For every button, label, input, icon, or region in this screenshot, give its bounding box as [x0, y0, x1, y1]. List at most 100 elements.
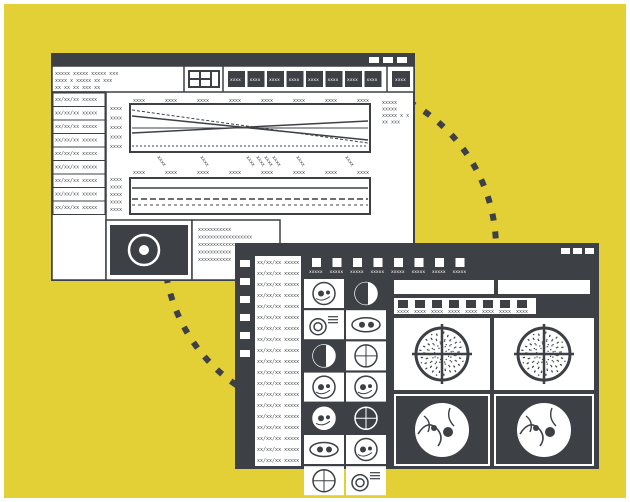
- back-toolbar-tab[interactable]: xxxx: [269, 78, 280, 83]
- brain-scan-icon[interactable]: [346, 372, 386, 402]
- front-list-item[interactable]: xx/xx/xx xxxxx: [257, 326, 299, 332]
- front-list-item[interactable]: xx/xx/xx xxxxx: [257, 458, 299, 464]
- back-list-item[interactable]: xx/xx/xx xxxxx: [55, 192, 97, 198]
- spine-scan-icon[interactable]: [346, 279, 386, 308]
- front-toolbar-button[interactable]: [414, 258, 424, 267]
- front-toolbar-button[interactable]: [435, 258, 444, 267]
- front-toolbar-label: xxxxx: [309, 270, 323, 275]
- front-toolbar-button[interactable]: [312, 258, 321, 267]
- back-toolbar-right[interactable]: xxxx: [395, 78, 406, 83]
- front-small-button[interactable]: [500, 300, 510, 308]
- front-small-button[interactable]: [466, 300, 476, 308]
- brain-scan-icon[interactable]: [304, 403, 344, 433]
- front-small-button[interactable]: [483, 300, 493, 308]
- front-toolbar-button[interactable]: [353, 258, 362, 267]
- brain-scan-icon[interactable]: [304, 279, 344, 308]
- target-scan-icon[interactable]: [346, 403, 386, 433]
- back-list-item[interactable]: xx/xx/xx xxxxx: [55, 124, 97, 130]
- illustration-svg: xxxxx xxxxx xxxxx xxx xxxx x xxxxx xx xx…: [4, 4, 626, 498]
- front-list-item[interactable]: xx/xx/xx xxxxx: [257, 359, 299, 365]
- brain-scan-icon[interactable]: [415, 403, 469, 457]
- front-list-item[interactable]: xx/xx/xx xxxxx: [257, 293, 299, 299]
- front-list-item[interactable]: xx/xx/xx xxxxx: [257, 315, 299, 321]
- back-header-line-1: xxxxx xxxxx xxxxx xxx: [55, 71, 118, 77]
- back-chart-2: xxxxxxxxxxxxxxxxxxxx: [110, 177, 371, 215]
- brain-scan-icon[interactable]: [346, 435, 386, 464]
- back-toolbar-tab[interactable]: xxxx: [367, 78, 378, 83]
- front-toolbar-label: xxxxx: [432, 270, 446, 275]
- front-list-item[interactable]: xx/xx/xx xxxxx: [257, 271, 299, 277]
- front-input-bar-2[interactable]: [498, 280, 590, 294]
- back-toolbar-tab[interactable]: xxxx: [308, 78, 319, 83]
- chart-top-label: xxxx: [165, 98, 177, 104]
- chart-left-label: xxxx: [110, 106, 122, 112]
- front-list-item[interactable]: xx/xx/xx xxxxx: [257, 447, 299, 453]
- front-list-item[interactable]: xx/xx/xx xxxxx: [257, 348, 299, 354]
- front-small-button[interactable]: [449, 300, 459, 308]
- back-toolbar-tab[interactable]: xxxx: [230, 78, 241, 83]
- front-list-item[interactable]: xx/xx/xx xxxxx: [257, 392, 299, 398]
- front-small-button[interactable]: [517, 300, 527, 308]
- front-toolbar-button[interactable]: [394, 258, 403, 267]
- grid-layout-icon[interactable]: [188, 70, 220, 88]
- back-toolbar-tab[interactable]: xxxx: [328, 78, 339, 83]
- chart-bottom-label: xxxx: [261, 170, 273, 176]
- front-list-item[interactable]: xx/xx/xx xxxxx: [257, 282, 299, 288]
- brain-scan-icon[interactable]: [517, 403, 571, 457]
- front-small-button[interactable]: [432, 300, 442, 308]
- front-small-label: xxxx: [482, 309, 494, 315]
- front-icon-column[interactable]: [238, 258, 252, 466]
- vessel-scan-icon[interactable]: [304, 435, 344, 464]
- back-text-line: xxxxxxxxxxx: [198, 250, 231, 256]
- front-list-item[interactable]: xx/xx/xx xxxxx: [257, 425, 299, 431]
- back-list[interactable]: xx/xx/xx xxxxx xx/xx/xx xxxxx xx/xx/xx xxx…: [52, 92, 106, 215]
- document-icon[interactable]: [304, 310, 344, 340]
- front-list-item[interactable]: xx/xx/xx xxxxx: [257, 403, 299, 409]
- brain-scan-icon[interactable]: [304, 372, 344, 402]
- front-toolbar-label: xxxxx: [371, 270, 385, 275]
- back-header-line-3: xx xx xx xxx xx: [55, 85, 100, 91]
- back-list-item[interactable]: xx/xx/xx xxxxx: [55, 205, 97, 211]
- chart-top-label: xxxx: [357, 98, 369, 104]
- chart-left-label: xxxx: [110, 135, 122, 141]
- target-scan-icon[interactable]: [346, 341, 386, 371]
- window-control-icons[interactable]: [369, 57, 407, 63]
- vessel-scan-icon[interactable]: [346, 310, 386, 340]
- spine-scan-icon[interactable]: [304, 341, 344, 371]
- back-list-item[interactable]: xx/xx/xx xxxxx: [55, 165, 97, 171]
- front-small-label: xxxx: [414, 309, 426, 315]
- front-list-item[interactable]: xx/xx/xx xxxxx: [257, 304, 299, 310]
- front-toolbar-button[interactable]: [455, 258, 465, 267]
- chart-top-label: xxxx: [133, 98, 145, 104]
- front-input-bar-1[interactable]: [394, 280, 494, 294]
- back-list-item[interactable]: xx/xx/xx xxxxx: [55, 178, 97, 184]
- back-toolbar-tab[interactable]: xxxx: [250, 78, 261, 83]
- back-list-item[interactable]: xx/xx/xx xxxxx: [55, 97, 97, 103]
- front-small-button[interactable]: [415, 300, 425, 308]
- front-small-button[interactable]: [398, 300, 408, 308]
- chart-bottom-label: xxxx: [229, 170, 241, 176]
- back-text-line: xxxxxxxxxxx: [198, 257, 231, 263]
- front-list-item[interactable]: xx/xx/xx xxxxx: [257, 370, 299, 376]
- chart-bottom-label: xxxx: [325, 170, 337, 176]
- front-toolbar-button[interactable]: [373, 258, 383, 267]
- front-window-controls[interactable]: [561, 248, 594, 254]
- front-list-item[interactable]: xx/xx/xx xxxxx: [257, 337, 299, 343]
- back-list-item[interactable]: xx/xx/xx xxxxx: [55, 138, 97, 144]
- front-list-item[interactable]: xx/xx/xx xxxxx: [257, 414, 299, 420]
- chart-top-label: xxxx: [325, 98, 337, 104]
- back-toolbar-tab[interactable]: xxxx: [289, 78, 300, 83]
- document-icon[interactable]: [346, 466, 386, 496]
- back-window-titlebar: [52, 54, 414, 66]
- back-toolbar-tab[interactable]: xxxx: [347, 78, 358, 83]
- back-list-item[interactable]: xx/xx/xx xxxxx: [55, 151, 97, 157]
- front-list-item[interactable]: xx/xx/xx xxxxx: [257, 260, 299, 266]
- front-list-item[interactable]: xx/xx/xx xxxxx: [257, 381, 299, 387]
- chart-left-label: xxxx: [110, 116, 122, 122]
- back-list-item[interactable]: xx/xx/xx xxxxx: [55, 111, 97, 117]
- target-scan-icon[interactable]: [304, 466, 344, 496]
- front-toolbar-button[interactable]: [332, 258, 342, 267]
- back-side-note-line: xxxxx: [382, 100, 397, 106]
- front-list-item[interactable]: xx/xx/xx xxxxx: [257, 436, 299, 442]
- front-toolbar-label: xxxxx: [350, 270, 364, 275]
